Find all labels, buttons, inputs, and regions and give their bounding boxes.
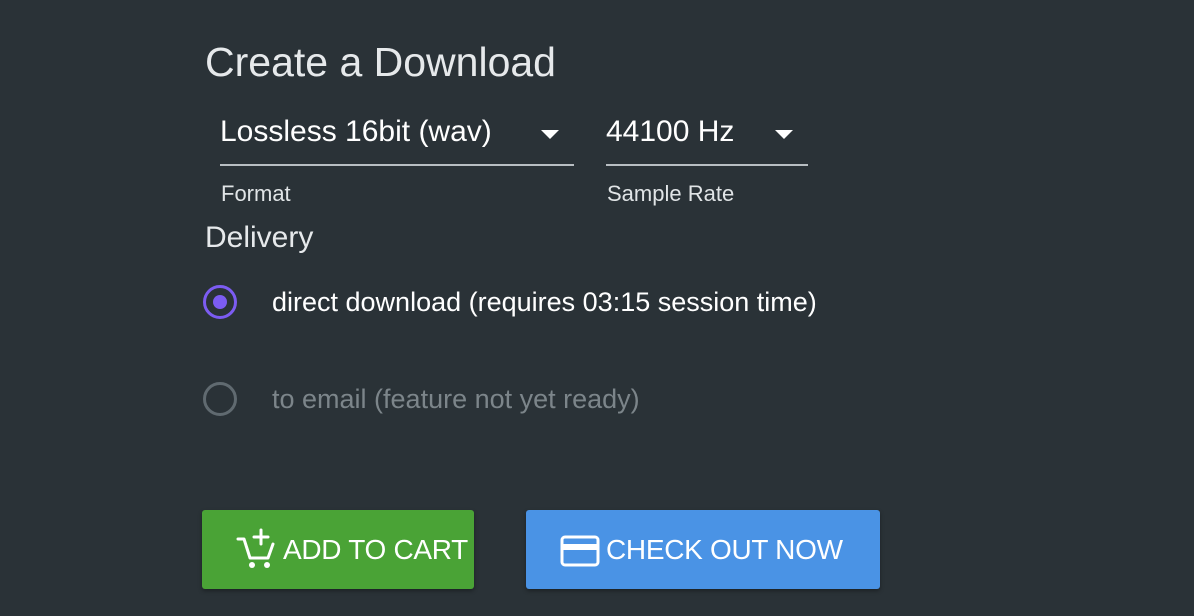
format-label: Format [221,181,291,206]
radio-dot [213,295,227,309]
sample-rate-label: Sample Rate [607,181,735,206]
add-to-cart-button[interactable]: ADD TO CART [202,510,474,589]
credit-card-icon [560,535,600,567]
dropdown-arrow-icon [541,130,559,139]
add-to-cart-label: ADD TO CART [283,534,468,565]
check-out-now-button[interactable]: CHECK OUT NOW [526,510,880,589]
sample-rate-select-value: 44100 Hz [606,115,735,148]
delivery-option-label: direct download (requires 03:15 session … [272,287,817,317]
delivery-option-direct-download[interactable]: direct download (requires 03:15 session … [203,285,843,327]
radio-checked-icon[interactable] [203,285,237,319]
delivery-option-email: to email (feature not yet ready) [203,382,663,424]
format-select-value: Lossless 16bit (wav) [220,115,492,148]
cart-plus-icon [236,528,275,568]
delivery-heading: Delivery [205,221,314,254]
delivery-option-label: to email (feature not yet ready) [272,384,640,414]
page-title: Create a Download [205,39,556,85]
format-select[interactable]: Lossless 16bit (wav) [220,108,574,166]
check-out-now-label: CHECK OUT NOW [606,534,843,565]
sample-rate-select[interactable]: 44100 Hz [606,108,808,166]
dropdown-arrow-icon [775,130,793,139]
radio-unchecked-icon [203,382,237,416]
